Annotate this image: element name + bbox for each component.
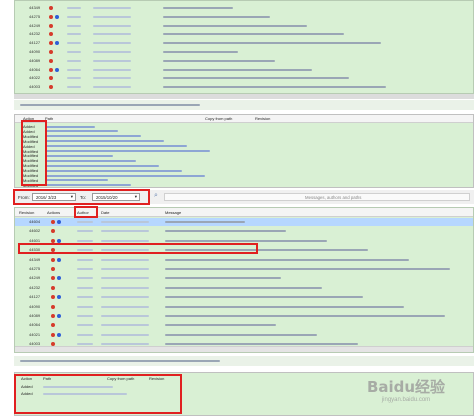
log-table-scrollbar[interactable] — [15, 346, 473, 352]
col-copy-from-path[interactable]: Copy from path — [205, 116, 232, 121]
table-row[interactable]: 44090 — [15, 49, 473, 55]
action-icon — [49, 23, 53, 28]
revision-number: 44602 — [29, 228, 41, 234]
top-scrollbar[interactable] — [14, 94, 474, 99]
log-message-strip — [14, 356, 474, 366]
action-icon — [49, 6, 53, 10]
action-icon — [49, 41, 53, 46]
table-row[interactable]: 44249 — [15, 274, 473, 282]
col-revision[interactable]: Revision — [19, 210, 34, 215]
table-row[interactable]: 44089 — [15, 312, 473, 320]
revision-number: 44127 — [29, 40, 41, 46]
search-placeholder: Messages, authors and paths — [305, 195, 362, 200]
table-row[interactable]: 44249 — [15, 23, 473, 29]
table-row[interactable]: 44090 — [15, 303, 473, 311]
action-icon — [55, 67, 59, 72]
action-icon — [49, 85, 53, 90]
highlight-changed-paths-2 — [14, 374, 182, 414]
watermark: Baidu经验 jingyan.baidu.com — [344, 376, 468, 416]
revision-number: 44127 — [29, 294, 41, 300]
action-icon — [57, 332, 61, 337]
top-message-strip — [14, 100, 474, 110]
highlight-date-range — [13, 189, 150, 205]
table-row[interactable]: 44127 — [15, 40, 473, 46]
table-row[interactable]: 44232 — [15, 284, 473, 292]
action-icon — [57, 220, 61, 224]
revision-number: 44022 — [29, 75, 41, 81]
table-row[interactable]: 44003 — [15, 84, 473, 90]
action-icon — [57, 295, 61, 300]
action-icon — [51, 295, 55, 300]
action-icon — [49, 67, 53, 72]
action-icon — [51, 267, 55, 271]
revision-number: 44249 — [29, 275, 41, 281]
revision-number: 44089 — [29, 313, 41, 318]
log-table: Revision Actions Author Date Message 446… — [14, 207, 474, 353]
search-icon[interactable]: ⌕ — [154, 192, 158, 200]
action-icon — [51, 332, 55, 337]
revision-number: 44090 — [29, 49, 41, 54]
action-icon — [51, 304, 55, 309]
col-date[interactable]: Date — [101, 210, 109, 215]
revision-number: 44349 — [29, 5, 41, 10]
action-icon — [51, 314, 55, 318]
table-row[interactable]: 44604 — [15, 218, 473, 226]
action-icon — [49, 50, 53, 54]
action-icon — [51, 257, 55, 262]
revision-number: 44090 — [29, 303, 41, 309]
col-actions[interactable]: Actions — [47, 210, 60, 215]
search-input[interactable]: Messages, authors and paths — [164, 193, 470, 201]
revision-number: 44604 — [29, 219, 41, 224]
action-icon — [55, 14, 59, 19]
action-icon — [49, 32, 53, 37]
revision-number: 44275 — [29, 266, 41, 271]
table-row[interactable]: 44127 — [15, 293, 473, 301]
revision-number: 44064 — [29, 66, 41, 72]
revision-number: 44232 — [29, 284, 41, 290]
table-row[interactable]: 44021 — [15, 331, 473, 339]
col-revision[interactable]: Revision — [255, 116, 270, 121]
action-icon — [51, 285, 55, 290]
table-row[interactable]: 44349 — [15, 5, 473, 11]
action-icon — [57, 257, 61, 262]
table-row[interactable]: 44275 — [15, 265, 473, 273]
col-message[interactable]: Message — [165, 210, 181, 215]
table-row[interactable]: 44089 — [15, 58, 473, 64]
action-icon — [55, 41, 59, 46]
highlight-actions-column-1 — [21, 120, 47, 186]
changed-paths-panel-1: Action Path Copy from path Revision Adde… — [14, 114, 474, 188]
watermark-logo: Baidu经验 — [366, 378, 446, 396]
revision-number: 44089 — [29, 57, 41, 63]
watermark-url: jingyan.baidu.com — [381, 397, 431, 403]
revision-number: 44249 — [29, 22, 41, 28]
action-icon — [51, 220, 55, 224]
list-item[interactable]: Modified — [15, 183, 473, 188]
revision-number: 44064 — [29, 322, 41, 328]
top-log-panel: 44349 44275 44249 44232 44127 44090 44089 44064… — [14, 0, 474, 94]
revision-number: 44003 — [29, 84, 41, 90]
revision-number: 44349 — [29, 256, 41, 262]
action-icon — [57, 314, 61, 318]
action-icon — [57, 276, 61, 281]
table-row[interactable]: 44064 — [15, 67, 473, 73]
revision-number: 44232 — [29, 31, 41, 37]
action-icon — [49, 14, 53, 19]
revision-number: 44021 — [29, 331, 41, 337]
table-row[interactable]: 44232 — [15, 31, 473, 37]
table-row[interactable]: 44022 — [15, 75, 473, 81]
table-row[interactable]: 44275 — [15, 14, 473, 20]
action-icon — [51, 229, 55, 234]
revision-number: 44275 — [29, 13, 41, 19]
table-row[interactable]: 44064 — [15, 321, 473, 329]
action-icon — [49, 58, 53, 63]
table-row[interactable]: 44349 — [15, 256, 473, 264]
changed-paths-header-1: Action Path Copy from path Revision — [15, 115, 473, 123]
action-icon — [51, 323, 55, 328]
action-icon — [51, 276, 55, 281]
action-icon — [49, 76, 53, 81]
highlight-author-column — [74, 206, 98, 218]
highlight-selected-row — [18, 243, 258, 254]
table-row[interactable]: 44602 — [15, 227, 473, 235]
